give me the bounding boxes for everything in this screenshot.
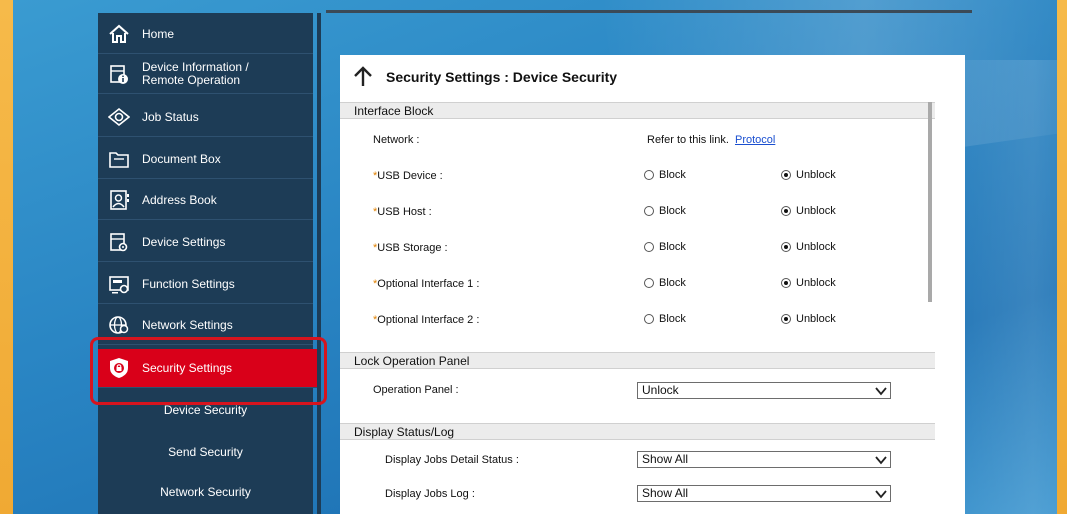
setting-row-optional-interface-1: *Optional Interface 1 : Block Unblock <box>340 273 935 297</box>
up-arrow-icon[interactable] <box>350 64 376 90</box>
setting-label: *Optional Interface 2 : <box>373 314 480 326</box>
chevron-down-icon <box>875 490 887 499</box>
setting-row-operation-panel: Operation Panel : Unlock <box>340 379 935 403</box>
sidebar-item-device-settings[interactable]: Device Settings <box>98 223 313 262</box>
top-divider <box>326 10 972 13</box>
unblock-radio[interactable]: Unblock <box>781 313 836 325</box>
page-title: Security Settings : Device Security <box>386 69 618 85</box>
section-interface-block: Interface Block <box>340 102 935 119</box>
device-info-icon <box>108 63 130 85</box>
setting-label: Display Jobs Log : <box>385 488 475 500</box>
setting-label: *USB Storage : <box>373 242 448 254</box>
sidebar-item-label: Address Book <box>142 192 217 207</box>
sidebar-item-label: Function Settings <box>142 276 235 291</box>
chevron-down-icon <box>875 456 887 465</box>
setting-row-display-jobs-detail-status: Display Jobs Detail Status : Show All <box>340 449 935 473</box>
setting-row-network: Network : Refer to this link. Protocol <box>340 129 935 153</box>
display-jobs-detail-select[interactable]: Show All <box>637 451 891 468</box>
home-icon <box>108 23 130 45</box>
chevron-down-icon <box>875 387 887 396</box>
setting-label: Network : <box>373 134 420 146</box>
setting-row-usb-storage: *USB Storage : Block Unblock <box>340 237 935 261</box>
unblock-radio[interactable]: Unblock <box>781 169 836 181</box>
sidebar-item-function-settings[interactable]: Function Settings <box>98 265 313 304</box>
sidebar-item-label: Document Box <box>142 151 221 166</box>
setting-label: Display Jobs Detail Status : <box>385 454 519 466</box>
device-settings-icon <box>108 231 130 253</box>
eye-icon <box>108 106 130 128</box>
document-box-icon <box>108 148 130 170</box>
block-radio[interactable]: Block <box>644 313 686 325</box>
sidebar-edge <box>317 13 321 514</box>
setting-row-usb-device: *USB Device : Block Unblock <box>340 165 935 189</box>
sidebar-item-label: Device Settings <box>142 234 226 249</box>
sidebar-item-label: Device Information / Remote Operation <box>142 60 249 87</box>
unblock-radio[interactable]: Unblock <box>781 241 836 253</box>
panel-header: Security Settings : Device Security <box>340 55 965 99</box>
sidebar-item-device-information[interactable]: Device Information / Remote Operation <box>98 55 313 94</box>
scrollbar[interactable] <box>928 102 932 302</box>
setting-row-usb-host: *USB Host : Block Unblock <box>340 201 935 225</box>
block-radio[interactable]: Block <box>644 169 686 181</box>
address-book-icon <box>108 189 130 211</box>
sidebar: Home Device Information / Remote Operatio… <box>98 13 317 514</box>
sidebar-item-job-status[interactable]: Job Status <box>98 98 313 137</box>
sidebar-subitem-network-security[interactable]: Network Security <box>98 473 313 511</box>
block-radio[interactable]: Block <box>644 277 686 289</box>
block-radio[interactable]: Block <box>644 205 686 217</box>
block-radio[interactable]: Block <box>644 241 686 253</box>
sidebar-item-address-book[interactable]: Address Book <box>98 181 313 220</box>
section-lock-operation-panel: Lock Operation Panel <box>340 352 935 369</box>
unblock-radio[interactable]: Unblock <box>781 205 836 217</box>
protocol-link[interactable]: Protocol <box>735 134 775 146</box>
display-jobs-log-select[interactable]: Show All <box>637 485 891 502</box>
sidebar-item-label: Home <box>142 26 175 41</box>
sidebar-item-home[interactable]: Home <box>98 15 313 54</box>
globe-gear-icon <box>108 314 130 336</box>
unblock-radio[interactable]: Unblock <box>781 277 836 289</box>
sidebar-item-label: Job Status <box>142 109 199 124</box>
highlight-ring <box>90 337 327 405</box>
settings-form: Interface Block Network : Refer to this … <box>340 102 935 514</box>
setting-row-optional-interface-2: *Optional Interface 2 : Block Unblock <box>340 309 935 333</box>
setting-row-display-jobs-log: Display Jobs Log : Show All <box>340 483 935 507</box>
setting-label: *USB Host : <box>373 206 432 218</box>
setting-label: *USB Device : <box>373 170 443 182</box>
main-panel: Security Settings : Device Security Inte… <box>340 55 965 514</box>
network-refer-text: Refer to this link. <box>647 134 729 146</box>
function-settings-icon <box>108 273 130 295</box>
section-display-status-log: Display Status/Log <box>340 423 935 440</box>
sidebar-item-label: Network Settings <box>142 317 233 332</box>
sidebar-item-document-box[interactable]: Document Box <box>98 140 313 179</box>
setting-label: *Optional Interface 1 : <box>373 278 480 290</box>
operation-panel-select[interactable]: Unlock <box>637 382 891 399</box>
sidebar-subitem-send-security[interactable]: Send Security <box>98 433 313 471</box>
setting-label: Operation Panel : <box>373 384 459 396</box>
